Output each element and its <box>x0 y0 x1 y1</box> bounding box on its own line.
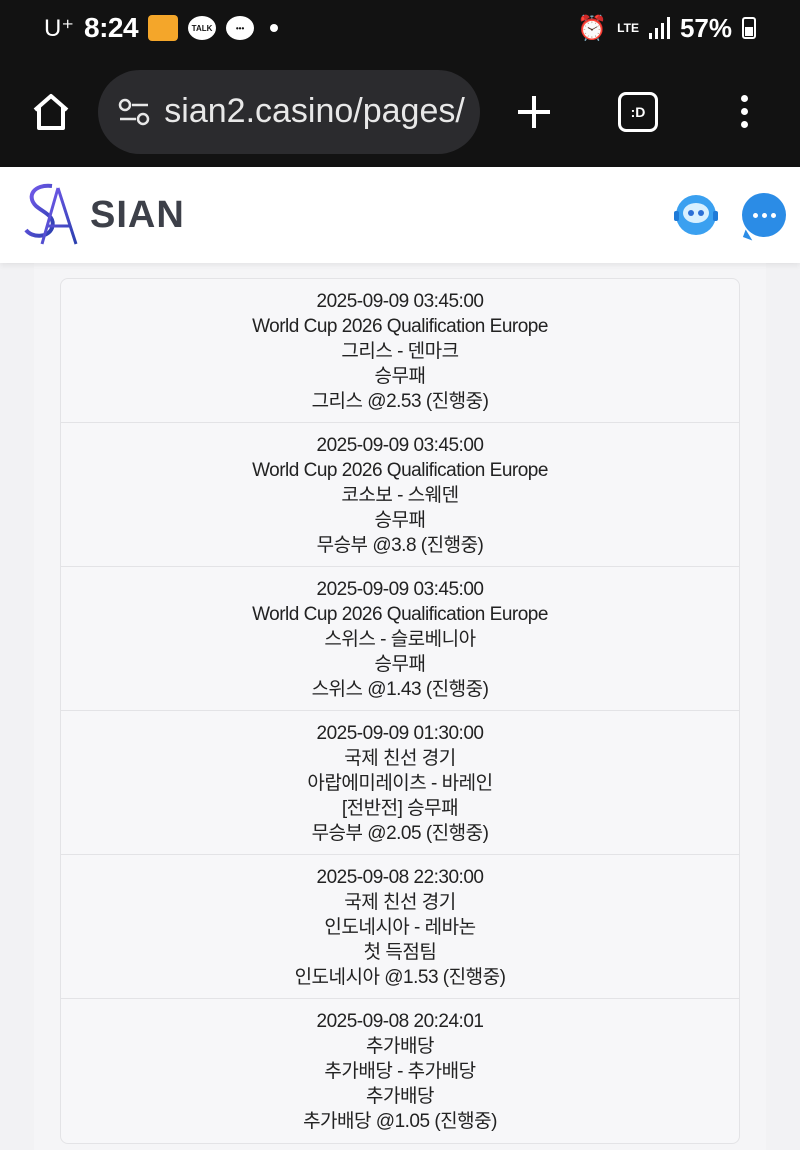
status-bar-left: U⁺ 8:24 TALK ••• <box>44 12 279 44</box>
bet-match: 코소보 - 스웨덴 <box>341 485 459 506</box>
site-logo[interactable]: SIAN <box>22 182 185 248</box>
support-bot-icon[interactable] <box>672 191 720 239</box>
bet-item[interactable]: 2025-09-09 03:45:00 World Cup 2026 Quali… <box>61 423 739 567</box>
bet-market: [전반전] 승무패 <box>341 798 459 819</box>
bet-market: 추가배당 <box>366 1086 434 1107</box>
chat-dot-icon <box>770 212 776 218</box>
bet-match: 그리스 - 덴마크 <box>341 341 459 362</box>
address-bar[interactable]: sian2.casino/pages/ <box>98 69 480 154</box>
page-content: 2025-09-09 03:45:00 World Cup 2026 Quali… <box>34 263 766 1150</box>
tab-switcher-button[interactable]: :D <box>604 77 672 147</box>
bet-pick: 무승부 @2.05 (진행중) <box>311 823 489 844</box>
browser-menu-button[interactable] <box>710 77 778 147</box>
battery-percentage: 57% <box>679 12 732 43</box>
chat-button[interactable] <box>742 193 786 237</box>
bet-league: World Cup 2026 Qualification Europe <box>252 604 548 625</box>
bet-datetime: 2025-09-09 03:45:00 <box>316 291 484 312</box>
bet-pick: 무승부 @3.8 (진행중) <box>316 535 484 556</box>
bet-market: 승무패 <box>374 654 426 675</box>
bet-league: World Cup 2026 Qualification Europe <box>252 316 548 337</box>
status-bar-right: ⏰ LTE 57% <box>577 13 756 44</box>
bet-item[interactable]: 2025-09-08 20:24:01 추가배당 추가배당 - 추가배당 추가배… <box>61 999 739 1143</box>
brand-name: SIAN <box>90 193 185 236</box>
bet-league: 국제 친선 경기 <box>344 892 456 913</box>
sian-logo-mark-icon <box>24 183 78 245</box>
bet-item[interactable]: 2025-09-09 01:30:00 국제 친선 경기 아랍에미레이츠 - 바… <box>61 711 739 855</box>
more-notifications-dot-icon <box>270 24 279 32</box>
bet-match: 추가배당 - 추가배당 <box>324 1061 476 1082</box>
bet-match: 아랍에미레이츠 - 바레인 <box>307 773 493 794</box>
bet-datetime: 2025-09-09 03:45:00 <box>316 435 484 456</box>
site-header: SIAN <box>0 167 800 263</box>
bet-pick: 추가배당 @1.05 (진행중) <box>303 1111 497 1132</box>
new-tab-button[interactable] <box>500 77 568 147</box>
bet-pick: 인도네시아 @1.53 (진행중) <box>294 967 506 988</box>
chat-dot-icon <box>761 212 767 218</box>
status-bar: U⁺ 8:24 TALK ••• ⏰ LTE 57% <box>0 0 800 56</box>
bet-datetime: 2025-09-09 03:45:00 <box>316 579 484 600</box>
bet-market: 승무패 <box>374 366 426 387</box>
bet-market: 승무패 <box>374 510 426 531</box>
tab-switcher-icon: :D <box>618 91 658 132</box>
header-actions <box>672 191 786 239</box>
bet-league: 추가배당 <box>366 1036 434 1057</box>
home-icon <box>33 93 69 130</box>
bet-item[interactable]: 2025-09-09 03:45:00 World Cup 2026 Quali… <box>61 279 739 423</box>
message-icon: ••• <box>226 16 255 40</box>
bet-pick: 스위스 @1.43 (진행중) <box>311 679 489 700</box>
site-settings-icon[interactable] <box>116 94 152 130</box>
bet-datetime: 2025-09-09 01:30:00 <box>316 723 484 744</box>
clock: 8:24 <box>84 12 139 43</box>
bet-history-list: 2025-09-09 03:45:00 World Cup 2026 Quali… <box>60 278 740 1144</box>
kakaotalk-icon: TALK <box>188 16 217 40</box>
bet-league: World Cup 2026 Qualification Europe <box>252 460 548 481</box>
plus-icon <box>518 95 550 128</box>
lte-indicator: LTE <box>617 20 639 35</box>
signal-icon <box>648 17 670 39</box>
carrier-label: U⁺ <box>44 14 74 42</box>
url-text[interactable]: sian2.casino/pages/ <box>164 92 465 131</box>
bet-league: 국제 친선 경기 <box>344 748 456 769</box>
bet-item[interactable]: 2025-09-08 22:30:00 국제 친선 경기 인도네시아 - 레바논… <box>61 855 739 999</box>
home-button[interactable] <box>22 82 80 142</box>
more-vert-icon <box>740 95 748 128</box>
bet-match: 스위스 - 슬로베니아 <box>324 629 476 650</box>
chat-dot-icon <box>752 212 758 218</box>
bet-market: 첫 득점팀 <box>363 942 437 963</box>
bet-datetime: 2025-09-08 22:30:00 <box>316 867 484 888</box>
alarm-icon: ⏰ <box>577 14 608 42</box>
bet-datetime: 2025-09-08 20:24:01 <box>316 1011 484 1032</box>
bet-pick: 그리스 @2.53 (진행중) <box>311 391 489 412</box>
bet-item[interactable]: 2025-09-09 03:45:00 World Cup 2026 Quali… <box>61 567 739 711</box>
battery-icon <box>742 17 756 39</box>
notification-app-icon <box>148 15 179 41</box>
browser-toolbar: sian2.casino/pages/ :D <box>0 56 800 167</box>
bet-match: 인도네시아 - 레바논 <box>324 917 476 938</box>
